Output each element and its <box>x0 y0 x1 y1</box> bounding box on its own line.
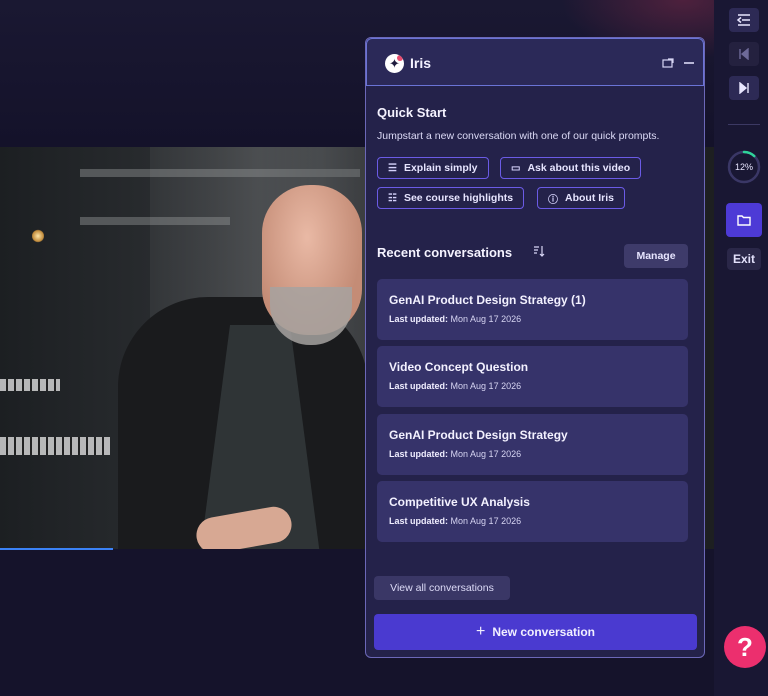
quick-start-heading: Quick Start <box>377 105 447 120</box>
conversation-updated: Last updated: Mon Aug 17 2026 <box>389 449 521 459</box>
minimize-button[interactable] <box>681 56 697 70</box>
panel-title: Iris <box>410 55 432 71</box>
prompt-label: Ask about this video <box>527 162 631 174</box>
right-rail <box>714 0 768 696</box>
sidebar-toggle-icon <box>736 14 750 26</box>
conversation-updated: Last updated: Mon Aug 17 2026 <box>389 381 521 391</box>
conversation-card[interactable]: Video Concept Question Last updated: Mon… <box>377 346 688 407</box>
popout-button[interactable] <box>660 56 676 70</box>
minimize-icon <box>684 62 694 64</box>
prompt-explain-simply[interactable]: ☰ Explain simply <box>377 157 489 179</box>
updated-label: Last updated: <box>389 449 449 459</box>
updated-value: Mon Aug 17 2026 <box>450 449 522 459</box>
quick-start-description: Jumpstart a new conversation with one of… <box>377 130 660 142</box>
updated-value: Mon Aug 17 2026 <box>450 516 522 526</box>
conversation-title: Competitive UX Analysis <box>389 495 530 509</box>
conversation-card[interactable]: GenAI Product Design Strategy (1) Last u… <box>377 279 688 340</box>
prompt-about-iris[interactable]: ⓘ About Iris <box>537 187 625 209</box>
chat-icon: ▭ <box>511 162 521 174</box>
skip-forward-icon <box>739 82 749 94</box>
list-check-icon: ☷ <box>388 192 397 204</box>
sort-icon <box>534 246 545 257</box>
popout-icon <box>662 58 674 68</box>
prompt-course-highlights[interactable]: ☷ See course highlights <box>377 187 525 209</box>
conversation-card[interactable]: GenAI Product Design Strategy Last updat… <box>377 414 688 475</box>
help-circle-icon: ⓘ <box>548 194 558 206</box>
sort-button[interactable] <box>533 245 545 260</box>
updated-value: Mon Aug 17 2026 <box>450 381 522 391</box>
video-keyboard <box>0 437 110 455</box>
conversation-title: GenAI Product Design Strategy (1) <box>389 293 586 307</box>
next-button[interactable] <box>729 76 759 100</box>
conversation-title: Video Concept Question <box>389 360 529 374</box>
skip-back-icon <box>739 48 749 60</box>
video-lamp <box>32 229 44 243</box>
folder-button[interactable] <box>726 203 762 237</box>
updated-label: Last updated: <box>389 381 449 391</box>
recent-conversations-heading: Recent conversations <box>377 245 513 260</box>
iris-logo: ✦ <box>385 54 404 73</box>
video-keyboard <box>0 379 60 391</box>
manage-button[interactable]: Manage <box>624 244 688 268</box>
updated-label: Last updated: <box>389 314 449 324</box>
help-button[interactable]: ? <box>724 626 766 668</box>
conversation-card[interactable]: Competitive UX Analysis Last updated: Mo… <box>377 481 688 542</box>
progress-percent: 12% <box>734 162 753 172</box>
iris-panel: ✦ Iris Quick Start Jumpstart a new conve… <box>365 37 705 658</box>
exit-button[interactable]: Exit <box>727 248 761 270</box>
conversation-updated: Last updated: Mon Aug 17 2026 <box>389 516 521 526</box>
plus-icon: + <box>475 623 486 640</box>
updated-value: Mon Aug 17 2026 <box>450 314 522 324</box>
updated-label: Last updated: <box>389 516 449 526</box>
previous-button[interactable] <box>729 42 759 66</box>
new-conversation-label: New conversation <box>492 625 596 639</box>
toggle-sidebar-button[interactable] <box>729 8 759 32</box>
prompt-label: See course highlights <box>403 192 514 204</box>
logo-dot <box>397 55 403 61</box>
new-conversation-button[interactable]: + New conversation <box>374 614 697 650</box>
prompt-ask-about-video[interactable]: ▭ Ask about this video <box>500 157 642 179</box>
rail-divider <box>728 124 760 125</box>
view-all-conversations-button[interactable]: View all conversations <box>374 576 510 600</box>
list-icon: ☰ <box>388 162 397 174</box>
prompt-label: About Iris <box>565 192 614 204</box>
prompt-label: Explain simply <box>403 162 478 174</box>
conversation-updated: Last updated: Mon Aug 17 2026 <box>389 314 521 324</box>
panel-header: ✦ Iris <box>366 38 704 86</box>
folder-icon <box>737 215 751 226</box>
video-progress-bar[interactable] <box>0 548 113 550</box>
conversation-title: GenAI Product Design Strategy <box>389 428 568 442</box>
